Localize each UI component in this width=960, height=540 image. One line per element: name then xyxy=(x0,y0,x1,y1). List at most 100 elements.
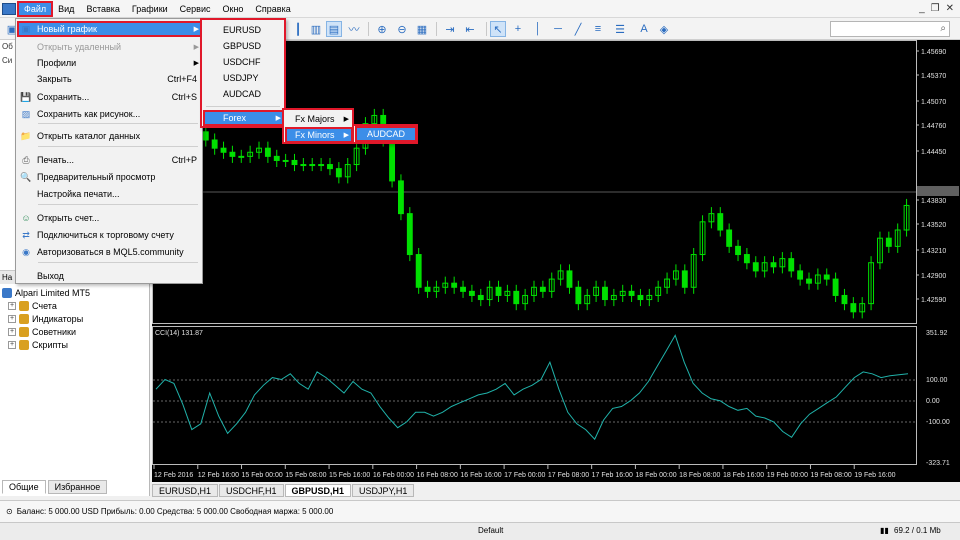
file-menu-item[interactable]: ⎙ Печать... Ctrl+P xyxy=(17,152,203,168)
candle-body xyxy=(566,270,573,288)
autoscroll-icon[interactable]: ⇥ xyxy=(442,21,458,37)
candle-body xyxy=(770,262,777,268)
submenu-arrow-icon: ▶ xyxy=(193,60,199,67)
time-label: 17 Feb 00:00 xyxy=(504,472,545,479)
indicators-icon xyxy=(19,313,29,324)
file-menu-item[interactable]: 📁 Открыть каталог данных xyxy=(17,128,203,144)
menu-icon-spacer xyxy=(19,73,33,85)
file-menu-item[interactable]: 💾 Сохранить... Ctrl+S xyxy=(17,89,203,105)
candle-body xyxy=(282,159,289,162)
expand-icon[interactable]: + xyxy=(8,340,16,349)
file-menu-item[interactable]: Настройка печати... xyxy=(17,186,203,202)
crosshair-icon[interactable]: + xyxy=(510,21,526,37)
text-icon[interactable]: A xyxy=(636,21,652,37)
file-menu-item[interactable]: Закрыть Ctrl+F4 xyxy=(17,71,203,87)
candle-body xyxy=(220,147,227,153)
candle-body xyxy=(885,237,892,247)
line-chart-icon[interactable]: 〰 xyxy=(346,21,362,37)
file-menu-item[interactable]: 🔍 Предварительный просмотр xyxy=(17,169,203,185)
horizontal-line-icon[interactable]: ─ xyxy=(550,21,566,37)
tree-label: Alpari Limited MT5 xyxy=(15,287,91,298)
menu-item-fx-minors[interactable]: Fx Minors ▶ xyxy=(285,127,353,143)
menu-shortcut: Ctrl+S xyxy=(171,92,197,102)
tree-node-indicators[interactable]: + Индикаторы xyxy=(2,312,90,325)
menu-tools[interactable]: Сервис xyxy=(174,2,217,16)
menu-charts[interactable]: Графики xyxy=(126,2,174,16)
expand-icon[interactable]: + xyxy=(8,327,16,336)
candle-body xyxy=(602,286,608,301)
candle-body xyxy=(832,278,839,296)
menu-insert[interactable]: Вставка xyxy=(80,2,125,16)
candle-body xyxy=(229,151,236,157)
trendline-icon[interactable]: ╱ xyxy=(570,21,586,37)
time-label: 18 Feb 00:00 xyxy=(635,472,676,479)
search-input[interactable]: ⌕ xyxy=(830,21,950,37)
menu-help[interactable]: Справка xyxy=(249,2,296,16)
price-label: 1.43830 xyxy=(921,198,946,205)
file-menu-item[interactable]: Открыть удаленный ▶ xyxy=(17,39,203,55)
zoom-in-icon[interactable]: ⊕ xyxy=(374,21,390,37)
channel-icon[interactable]: ≡ xyxy=(590,21,606,37)
menu-item-usdchf[interactable]: USDCHF xyxy=(203,54,285,70)
fibonacci-icon[interactable]: ☰ xyxy=(612,21,628,37)
menu-icon-spacer xyxy=(19,188,33,200)
shapes-icon[interactable]: ◈ xyxy=(656,21,672,37)
candle-body xyxy=(424,286,431,292)
time-label: 19 Feb 00:00 xyxy=(767,472,808,479)
menu-file[interactable]: Файл xyxy=(16,0,54,17)
bar-chart-icon[interactable]: ┃ xyxy=(290,21,306,37)
menu-item-usdjpy[interactable]: USDJPY xyxy=(203,70,285,86)
vertical-line-icon[interactable]: │ xyxy=(530,21,546,37)
candle-body xyxy=(415,254,422,288)
file-menu-item[interactable]: ⇄ Подключиться к торговому счету xyxy=(17,227,203,243)
file-menu-item[interactable]: ◉ Авторизоваться в MQL5.community xyxy=(17,244,203,260)
candle-body xyxy=(318,164,325,167)
expand-icon[interactable]: + xyxy=(8,314,16,323)
candlesticks-icon[interactable]: ▤ xyxy=(326,21,342,37)
tree-node-experts[interactable]: + Советники xyxy=(2,325,90,338)
menu-view[interactable]: Вид xyxy=(52,2,80,16)
file-menu-item[interactable]: Выход xyxy=(17,268,203,284)
chart-tab-usdjpy[interactable]: USDJPY,H1 xyxy=(352,484,415,497)
close-icon[interactable]: ✕ xyxy=(946,3,954,14)
menu-item-audcad-minor[interactable]: AUDCAD xyxy=(355,126,417,142)
menu-item-audcad[interactable]: AUDCAD xyxy=(203,86,285,102)
tree-label: Скрипты xyxy=(32,339,68,350)
menu-item-label: Открыть счет... xyxy=(37,213,100,223)
tree-node-broker[interactable]: Alpari Limited MT5 xyxy=(2,286,90,299)
price-label: 1.43520 xyxy=(921,222,946,229)
tree-node-accounts[interactable]: + Счета xyxy=(2,299,90,312)
cursor-icon[interactable]: ↖ xyxy=(490,21,506,37)
connection-icon: ▮▮ xyxy=(880,526,889,535)
navigator-tree: Alpari Limited MT5 + Счета + Индикаторы … xyxy=(2,286,90,351)
grid-icon[interactable]: ▦ xyxy=(414,21,430,37)
candles-icon[interactable]: ▥ xyxy=(308,21,324,37)
candle-body xyxy=(202,131,209,141)
tree-node-scripts[interactable]: + Скрипты xyxy=(2,338,90,351)
menu-item-fx-majors[interactable]: Fx Majors ▶ xyxy=(285,111,353,127)
chart-shift-icon[interactable]: ⇤ xyxy=(462,21,478,37)
search-icon[interactable]: ⌕ xyxy=(940,23,946,34)
file-menu-item[interactable]: Профили ▶ xyxy=(17,55,203,71)
restore-icon[interactable]: ❐ xyxy=(931,3,940,14)
file-menu-item[interactable]: ☺ Открыть счет... xyxy=(17,210,203,226)
file-menu-item[interactable]: ▣ Новый график ▶ xyxy=(17,21,203,37)
file-menu-item[interactable]: ▨ Сохранить как рисунок... xyxy=(17,106,203,122)
chart-tab-eurusd[interactable]: EURUSD,H1 xyxy=(152,484,219,497)
chart-tab-usdchf[interactable]: USDCHF,H1 xyxy=(219,484,284,497)
menu-separator xyxy=(38,204,198,205)
price-label: 1.44760 xyxy=(921,123,946,130)
expand-icon[interactable]: + xyxy=(8,301,16,310)
chart-tab-gbpusd[interactable]: GBPUSD,H1 xyxy=(284,484,352,497)
tree-label: Советники xyxy=(32,326,76,337)
menu-window[interactable]: Окно xyxy=(217,2,250,16)
tab-common[interactable]: Общие xyxy=(2,480,46,494)
app-icon xyxy=(2,2,16,15)
menu-item-forex[interactable]: Forex ▶ xyxy=(203,110,285,126)
zoom-out-icon[interactable]: ⊖ xyxy=(394,21,410,37)
menu-item-gbpusd[interactable]: GBPUSD xyxy=(203,38,285,54)
tab-favorites[interactable]: Избранное xyxy=(47,480,108,494)
menu-item-eurusd[interactable]: EURUSD xyxy=(203,22,285,38)
minimize-icon[interactable]: _ xyxy=(919,3,925,14)
submenu-arrow-icon: ▶ xyxy=(193,26,199,33)
